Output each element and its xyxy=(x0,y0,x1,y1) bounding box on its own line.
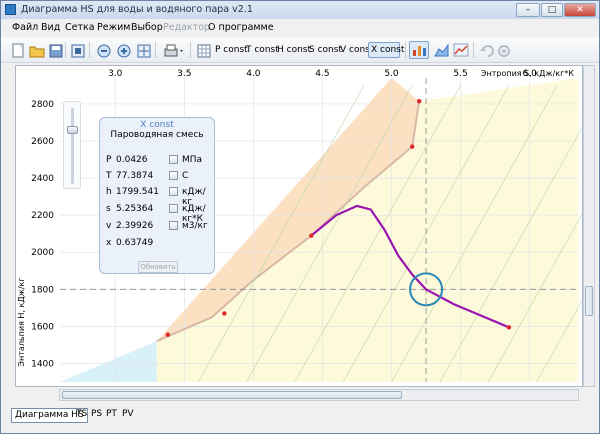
param-value: 77.3874 xyxy=(116,171,154,181)
menu-mode[interactable]: Режим xyxy=(97,22,130,33)
open-folder-icon[interactable] xyxy=(28,41,45,59)
crosshair-icon[interactable] xyxy=(135,41,151,59)
param-label: h xyxy=(106,187,112,197)
area-chart-icon[interactable] xyxy=(432,41,450,59)
maximize-button[interactable]: □ xyxy=(541,3,563,17)
param-label: P xyxy=(106,155,112,165)
h-const-button[interactable]: H const xyxy=(277,45,311,55)
x-tick-label: 5.5 xyxy=(453,69,467,79)
param-value: 5.25364 xyxy=(116,204,154,214)
param-unit: С xyxy=(182,171,189,181)
zoom-slider-track xyxy=(71,108,74,184)
window-title: Диаграмма HS для воды и водяного пара v2… xyxy=(21,4,253,15)
new-icon[interactable] xyxy=(9,41,25,59)
zoom-fit-icon[interactable] xyxy=(69,41,85,59)
param-checkbox[interactable] xyxy=(169,171,178,180)
update-button[interactable]: Обновить xyxy=(138,261,178,273)
menu-grid[interactable]: Сетка xyxy=(65,22,95,33)
param-label: v xyxy=(106,221,112,231)
param-label: s xyxy=(106,204,111,214)
param-row-pressure: P 0.0426 МПа xyxy=(106,155,212,167)
state-point xyxy=(506,325,512,330)
y-tick-label: 2400 xyxy=(31,174,54,184)
minimize-button[interactable]: – xyxy=(516,3,540,17)
menu-bar: Файл Вид Сетка Режим Выбор Редактор О пр… xyxy=(1,19,599,36)
settings-icon[interactable] xyxy=(495,41,511,59)
panel-header: X const Пароводяная смесь xyxy=(100,118,214,144)
tab-pv[interactable]: PV xyxy=(119,408,137,423)
y-tick-label: 1400 xyxy=(31,359,54,369)
menu-editor[interactable]: Редактор xyxy=(163,22,210,33)
bar-chart-icon[interactable] xyxy=(409,41,429,59)
param-row-enthalpy: h 1799.541 кДж/кг xyxy=(106,187,212,207)
panel-line-type: X const xyxy=(140,120,174,130)
close-button[interactable]: ✕ xyxy=(564,3,596,17)
param-checkbox[interactable] xyxy=(169,221,178,230)
x-tick-label: 4.0 xyxy=(246,69,261,79)
param-value: 1799.541 xyxy=(116,187,159,197)
print-icon[interactable] xyxy=(161,41,185,59)
tab-pt[interactable]: PT xyxy=(103,408,120,423)
param-unit: МПа xyxy=(182,155,203,165)
vertical-scroll-thumb[interactable] xyxy=(585,286,593,316)
menu-select[interactable]: Выбор xyxy=(131,22,163,33)
param-value: 0.0426 xyxy=(116,155,148,165)
param-row-quality: x 0.63749 xyxy=(106,238,212,250)
param-checkbox[interactable] xyxy=(169,204,178,213)
grid-icon[interactable] xyxy=(195,41,211,59)
toolbar: P const T const H const S const V const … xyxy=(1,37,599,63)
t-const-button[interactable]: T const xyxy=(246,45,279,55)
y-tick-label: 2200 xyxy=(31,211,54,221)
y-tick-label: 2000 xyxy=(31,248,54,258)
x-const-button[interactable]: X const xyxy=(371,45,404,55)
param-row-temperature: T 77.3874 С xyxy=(106,171,212,183)
param-row-entropy: s 5.25364 кДж/кг*К xyxy=(106,204,212,224)
x-tick-label: 5.0 xyxy=(384,69,399,79)
vertical-scrollbar[interactable] xyxy=(583,65,595,387)
y-axis-label: Энтальпия H, кДж/кг xyxy=(17,277,26,366)
zoom-out-icon[interactable] xyxy=(95,41,111,59)
zoom-slider-knob[interactable] xyxy=(67,126,78,134)
y-tick-label: 2600 xyxy=(31,137,54,147)
param-value: 2.39926 xyxy=(116,221,154,231)
subcooled-region xyxy=(60,341,157,382)
param-checkbox[interactable] xyxy=(169,155,178,164)
line-chart-icon[interactable] xyxy=(451,41,469,59)
zoom-in-icon[interactable] xyxy=(115,41,131,59)
state-point xyxy=(309,233,314,238)
param-label: T xyxy=(106,171,112,181)
param-unit: м3/кг xyxy=(182,221,208,231)
horizontal-scroll-thumb[interactable] xyxy=(62,391,402,399)
horizontal-scrollbar[interactable] xyxy=(59,389,579,401)
app-window: Диаграмма HS для воды и водяного пара v2… xyxy=(0,0,600,434)
state-point xyxy=(165,332,170,337)
x-axis-label: Энтропия S, кДж/кг*К xyxy=(481,69,574,78)
state-panel: X const Пароводяная смесь P 0.0426 МПа T… xyxy=(99,117,215,274)
param-row-volume: v 2.39926 м3/кг xyxy=(106,221,212,233)
title-bar[interactable]: Диаграмма HS для воды и водяного пара v2… xyxy=(1,1,599,19)
s-const-button[interactable]: S const xyxy=(309,45,342,55)
undo-icon[interactable] xyxy=(478,41,494,59)
x-tick-label: 4.5 xyxy=(315,69,329,79)
param-checkbox[interactable] xyxy=(169,187,178,196)
app-icon xyxy=(5,4,16,15)
menu-view[interactable]: Вид xyxy=(41,22,60,33)
y-tick-label: 1800 xyxy=(31,285,54,295)
zoom-slider[interactable] xyxy=(63,101,81,189)
param-value: 0.63749 xyxy=(116,238,154,248)
param-label: x xyxy=(106,238,112,248)
state-point xyxy=(222,311,227,316)
state-point xyxy=(416,98,422,104)
y-tick-label: 2800 xyxy=(31,100,54,110)
menu-file[interactable]: Файл xyxy=(12,22,38,33)
p-const-button[interactable]: P const xyxy=(215,45,248,55)
y-tick-label: 1600 xyxy=(31,322,54,332)
panel-title: Пароводяная смесь xyxy=(110,130,204,140)
x-tick-label: 3.0 xyxy=(108,69,123,79)
state-point xyxy=(410,144,415,149)
diagram-tabs: Диаграмма HS TS PS PT PV xyxy=(1,405,599,425)
menu-about[interactable]: О программе xyxy=(208,22,274,33)
x-tick-label: 3.5 xyxy=(177,69,191,79)
save-icon[interactable] xyxy=(47,41,63,59)
